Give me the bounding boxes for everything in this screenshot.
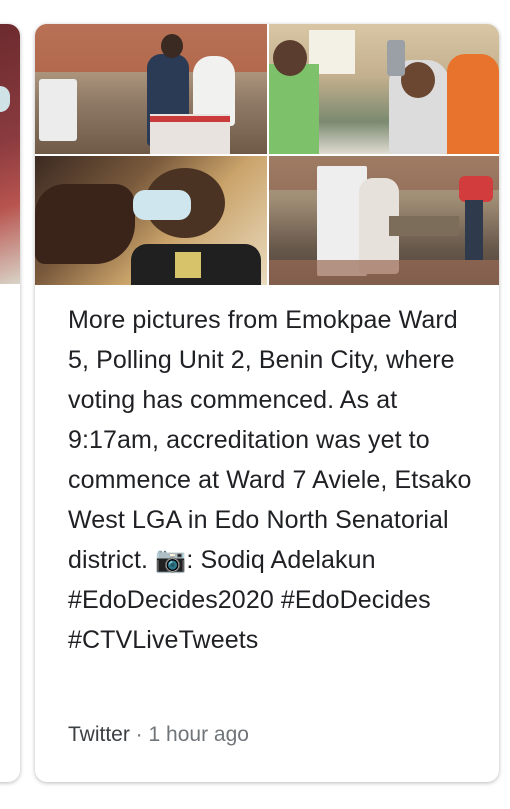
source-label[interactable]: Twitter [68, 723, 130, 746]
timestamp: 1 hour ago [148, 723, 249, 746]
photo-4[interactable] [269, 156, 499, 285]
previous-result-card[interactable] [0, 24, 20, 782]
meta-separator: · [129, 723, 149, 746]
photo-3[interactable] [35, 156, 267, 285]
previous-card-image [0, 24, 20, 284]
image-grid [35, 24, 499, 285]
tweet-text: More pictures from Emokpae Ward 5, Polli… [68, 306, 472, 654]
photo-1[interactable] [35, 24, 267, 154]
tweet-meta: Twitter · 1 hour ago [68, 720, 249, 750]
photo-2[interactable] [269, 24, 499, 154]
tweet-card[interactable]: More pictures from Emokpae Ward 5, Polli… [35, 24, 499, 782]
